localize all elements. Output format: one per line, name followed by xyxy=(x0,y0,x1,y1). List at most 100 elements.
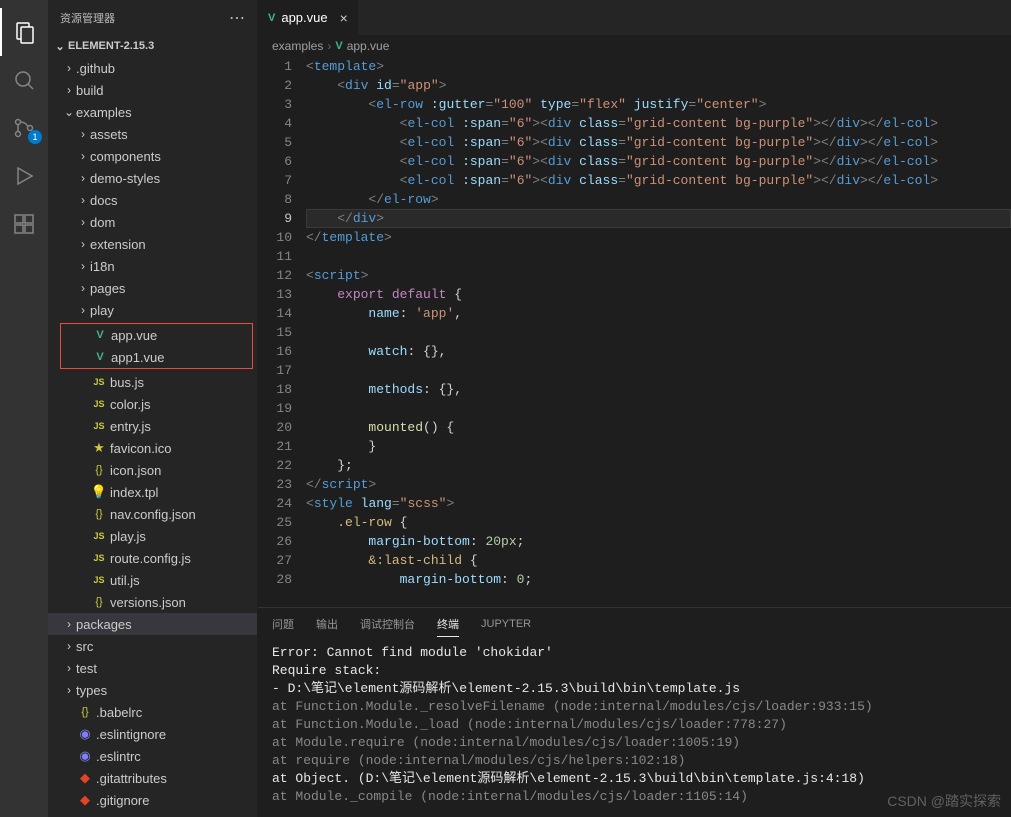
tree-item[interactable]: Vapp.vue xyxy=(61,324,252,346)
terminal-line: Error: Cannot find module 'chokidar' xyxy=(272,644,997,662)
code-line[interactable] xyxy=(306,247,1011,266)
code-line[interactable]: <script> xyxy=(306,266,1011,285)
breadcrumb-folder[interactable]: examples xyxy=(272,39,323,53)
code-line[interactable]: <el-col :span="6"><div class="grid-conte… xyxy=(306,114,1011,133)
code-line[interactable]: </div> xyxy=(306,209,1011,228)
terminal-body[interactable]: Error: Cannot find module 'chokidar'Requ… xyxy=(258,640,1011,817)
code-line[interactable]: export default { xyxy=(306,285,1011,304)
terminal-line: - D:\笔记\element源码解析\element-2.15.3\build… xyxy=(272,680,997,698)
tree-item-label: app.vue xyxy=(111,328,157,343)
tree-item[interactable]: JSroute.config.js xyxy=(48,547,257,569)
tree-item[interactable]: JScolor.js xyxy=(48,393,257,415)
tree-item[interactable]: ›pages xyxy=(48,277,257,299)
tree-item[interactable]: ›components xyxy=(48,145,257,167)
line-number: 1 xyxy=(258,57,292,76)
tree-item[interactable]: ›play xyxy=(48,299,257,321)
code-line[interactable]: margin-bottom: 0; xyxy=(306,570,1011,589)
code-line[interactable]: <div id="app"> xyxy=(306,76,1011,95)
breadcrumbs[interactable]: examples › V app.vue xyxy=(258,35,1011,57)
extensions-icon[interactable] xyxy=(0,200,48,248)
code-line[interactable]: </script> xyxy=(306,475,1011,494)
tree-item[interactable]: ›extension xyxy=(48,233,257,255)
code-line[interactable] xyxy=(306,361,1011,380)
tree-item[interactable]: {}.babelrc xyxy=(48,701,257,723)
tree-item[interactable]: ◉.eslintrc xyxy=(48,745,257,767)
code-line[interactable]: }; xyxy=(306,456,1011,475)
tree-item-label: .eslintignore xyxy=(96,727,166,742)
code-line[interactable]: <el-row :gutter="100" type="flex" justif… xyxy=(306,95,1011,114)
code-line[interactable]: &:last-child { xyxy=(306,551,1011,570)
tree-item[interactable]: ›build xyxy=(48,79,257,101)
tree-item[interactable]: 💡index.tpl xyxy=(48,481,257,503)
code-line[interactable]: mounted() { xyxy=(306,418,1011,437)
code-line[interactable]: watch: {}, xyxy=(306,342,1011,361)
search-icon[interactable] xyxy=(0,56,48,104)
tree-item[interactable]: ›i18n xyxy=(48,255,257,277)
tree-item[interactable]: {}icon.json xyxy=(48,459,257,481)
close-icon[interactable]: × xyxy=(340,10,348,26)
line-number: 5 xyxy=(258,133,292,152)
line-number: 16 xyxy=(258,342,292,361)
tree-item[interactable]: ›.github xyxy=(48,57,257,79)
code-line[interactable]: <style lang="scss"> xyxy=(306,494,1011,513)
tab-app-vue[interactable]: V app.vue × xyxy=(258,0,359,35)
tree-item[interactable]: ›demo-styles xyxy=(48,167,257,189)
project-header[interactable]: ⌄ ELEMENT-2.15.3 xyxy=(48,35,257,57)
code-line[interactable]: name: 'app', xyxy=(306,304,1011,323)
tree-item[interactable]: JSutil.js xyxy=(48,569,257,591)
file-tree[interactable]: ›.github›build⌄examples›assets›component… xyxy=(48,57,257,817)
tree-item[interactable]: JSentry.js xyxy=(48,415,257,437)
terminal-line: Require stack: xyxy=(272,662,997,680)
code-area[interactable]: <template> <div id="app"> <el-row :gutte… xyxy=(306,57,1011,607)
line-number: 22 xyxy=(258,456,292,475)
code-editor[interactable]: 1234567891011121314151617181920212223242… xyxy=(258,57,1011,607)
explorer-icon[interactable] xyxy=(0,8,48,56)
code-line[interactable]: methods: {}, xyxy=(306,380,1011,399)
tree-item[interactable]: ›assets xyxy=(48,123,257,145)
tree-item[interactable]: ›dom xyxy=(48,211,257,233)
tree-item[interactable]: ›types xyxy=(48,679,257,701)
tree-item[interactable]: JSbus.js xyxy=(48,371,257,393)
code-line[interactable]: <el-col :span="6"><div class="grid-conte… xyxy=(306,152,1011,171)
code-line[interactable] xyxy=(306,323,1011,342)
tree-item[interactable]: ◉.eslintignore xyxy=(48,723,257,745)
code-line[interactable]: <template> xyxy=(306,57,1011,76)
run-debug-icon[interactable] xyxy=(0,152,48,200)
code-line[interactable]: margin-bottom: 20px; xyxy=(306,532,1011,551)
tree-item-label: .gitattributes xyxy=(96,771,167,786)
tree-item[interactable]: ›src xyxy=(48,635,257,657)
code-line[interactable]: } xyxy=(306,437,1011,456)
code-line[interactable]: </template> xyxy=(306,228,1011,247)
tree-item[interactable]: {}nav.config.json xyxy=(48,503,257,525)
terminal-tab[interactable]: 输出 xyxy=(316,612,338,636)
code-line[interactable] xyxy=(306,399,1011,418)
tree-item-label: test xyxy=(76,661,97,676)
tree-item[interactable]: {}versions.json xyxy=(48,591,257,613)
tree-item-label: .babelrc xyxy=(96,705,142,720)
tree-item-label: favicon.ico xyxy=(110,441,171,456)
tree-item[interactable]: ›test xyxy=(48,657,257,679)
breadcrumb-file[interactable]: app.vue xyxy=(347,39,390,53)
terminal-tab[interactable]: 调试控制台 xyxy=(360,612,415,636)
tree-item[interactable]: Vapp1.vue xyxy=(61,346,252,368)
line-number: 15 xyxy=(258,323,292,342)
tree-item[interactable]: ★favicon.ico xyxy=(48,437,257,459)
terminal-tab[interactable]: 问题 xyxy=(272,612,294,636)
code-line[interactable]: .el-row { xyxy=(306,513,1011,532)
tree-item[interactable]: ›packages xyxy=(48,613,257,635)
tree-item[interactable]: ›docs xyxy=(48,189,257,211)
source-control-icon[interactable]: 1 xyxy=(0,104,48,152)
terminal-tab[interactable]: 终端 xyxy=(437,612,459,637)
vue-icon: V xyxy=(335,40,342,52)
terminal-line: at Module.require (node:internal/modules… xyxy=(272,734,997,752)
tree-item[interactable]: JSplay.js xyxy=(48,525,257,547)
tree-item[interactable]: ◆.gitignore xyxy=(48,789,257,811)
terminal-tab[interactable]: JUPYTER xyxy=(481,614,531,634)
code-line[interactable]: <el-col :span="6"><div class="grid-conte… xyxy=(306,171,1011,190)
code-line[interactable]: </el-row> xyxy=(306,190,1011,209)
code-line[interactable]: <el-col :span="6"><div class="grid-conte… xyxy=(306,133,1011,152)
sidebar-more-icon[interactable]: ⋯ xyxy=(229,8,245,28)
tree-item[interactable]: ◆.gitattributes xyxy=(48,767,257,789)
tree-item[interactable]: ⌄examples xyxy=(48,101,257,123)
tree-item-label: icon.json xyxy=(110,463,161,478)
